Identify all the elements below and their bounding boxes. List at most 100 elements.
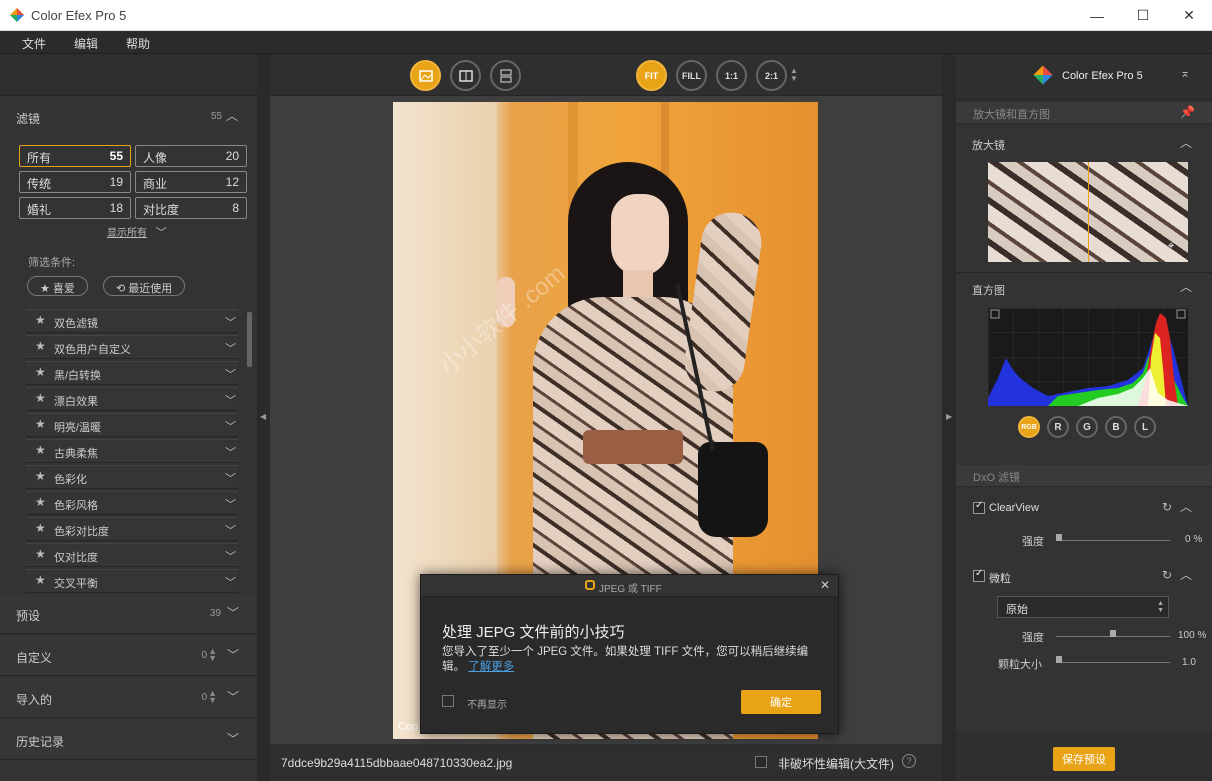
dxo-filters-section[interactable]: DxO 滤镜 [956,465,1212,487]
maximize-button[interactable]: ☐ [1120,0,1166,31]
channel-l-button[interactable]: L [1134,416,1156,438]
menu-bar: 文件 编辑 帮助 [0,31,1212,54]
presets-section[interactable]: 预设 39 ﹀ [0,594,257,634]
collapse-left-icon[interactable]: ◀ [260,412,266,421]
collapse-right-icon[interactable]: ▶ [946,412,952,421]
clearview-label: ClearView [989,502,1039,514]
collapse-top-icon[interactable]: ⌅ [1180,66,1190,80]
grain-strength-slider[interactable] [1056,626,1170,637]
channel-rgb-button[interactable]: RGB [1018,416,1040,438]
filter-item[interactable]: ★ 古典柔焦 ﹀ [26,439,238,463]
grain-checkbox[interactable]: ✓ [973,568,985,582]
nondestructive-checkbox[interactable] [755,756,767,768]
star-icon[interactable]: ★ [35,521,46,535]
chevron-down-icon: ﹀ [225,369,236,381]
save-preset-button[interactable]: 保存预设 [1053,747,1115,771]
grain-size-slider[interactable] [1056,652,1170,663]
star-icon[interactable]: ★ [35,391,46,405]
dialog-close-icon[interactable]: ✕ [820,578,830,592]
filters-section-header[interactable]: 滤镜 55 ︿ [0,102,257,132]
chevron-up-icon[interactable]: ︿ [1180,134,1192,151]
zoom-200-button[interactable]: 2:1 [756,60,787,91]
dont-show-checkbox[interactable] [442,695,454,707]
star-icon[interactable]: ★ [35,469,46,483]
category-all[interactable]: 所有 55 [19,145,131,167]
imported-section[interactable]: 导入的 0 ▲ ▼ ﹀ [0,678,257,718]
star-icon[interactable]: ★ [35,365,46,379]
brand-name: Color Efex Pro 5 [1062,70,1143,82]
right-panel-header: Color Efex Pro 5 ⌅ [956,54,1212,100]
chevron-down-icon: ﹀ [225,343,236,355]
chevron-up-icon[interactable]: ︿ [1180,566,1192,583]
favorites-button[interactable]: ★ 喜爱 [27,276,88,296]
clearview-checkbox[interactable]: ✓ [973,500,985,514]
chevron-down-icon: ﹀ [225,421,236,433]
clearview-strength-slider[interactable] [1056,530,1170,541]
pin-icon[interactable]: 📌 [1180,105,1195,119]
star-icon[interactable]: ★ [35,339,46,353]
chevron-up-icon[interactable]: ︿ [1180,278,1192,295]
channel-b-button[interactable]: B [1105,416,1127,438]
star-icon[interactable]: ★ [35,547,46,561]
filter-item[interactable]: ★ 明亮/温暖 ﹀ [26,413,238,437]
menu-edit[interactable]: 编辑 [74,35,98,52]
menu-file[interactable]: 文件 [22,35,46,52]
grain-size-value: 1.0 [1182,657,1196,668]
zoom-fit-button[interactable]: FIT [636,60,667,91]
split-view-icon[interactable] [450,60,481,91]
zoom-fill-button[interactable]: FILL [676,60,707,91]
chevron-up-icon[interactable]: ︿ [1180,498,1192,515]
zoom-stepper-icon[interactable]: ▲ ▼ [790,67,798,83]
chevron-down-icon: ﹀ [226,732,239,746]
category-contrast[interactable]: 对比度 8 [135,197,247,219]
category-commercial[interactable]: 商业 12 [135,171,247,193]
close-button[interactable]: ✕ [1166,0,1212,31]
star-icon[interactable]: ★ [35,443,46,457]
channel-r-button[interactable]: R [1047,416,1069,438]
history-section[interactable]: 历史记录 ﹀ [0,720,257,760]
zoom-100-button[interactable]: 1:1 [716,60,747,91]
star-icon[interactable]: ★ [35,313,46,327]
show-all-link[interactable]: 显示所有 ﹀ [107,224,167,240]
reset-icon[interactable]: ↻ [1162,500,1172,514]
filters-count: 55 [211,111,223,122]
side-by-side-view-icon[interactable] [490,60,521,91]
loupe-view[interactable]: ⌖ [988,162,1188,262]
loupe-histogram-section[interactable]: 放大镜和直方图 📌 [956,102,1212,124]
filter-item[interactable]: ★ 双色用户自定义 ﹀ [26,335,238,359]
filter-item[interactable]: ★ 仅对比度 ﹀ [26,543,238,567]
help-icon[interactable]: ? [902,754,916,768]
category-traditional[interactable]: 传统 19 [19,171,131,193]
learn-more-link[interactable]: 了解更多 [468,661,514,673]
menu-help[interactable]: 帮助 [126,35,150,52]
slider-knob [1056,534,1062,541]
reset-icon[interactable]: ↻ [1162,568,1172,582]
category-wedding[interactable]: 婚礼 18 [19,197,131,219]
star-icon[interactable]: ★ [35,573,46,587]
filter-item[interactable]: ★ 黑/白转换 ﹀ [26,361,238,385]
dont-show-label: 不再显示 [467,700,507,711]
recent-button[interactable]: ⟲ 最近使用 [103,276,186,296]
star-icon[interactable]: ★ [35,417,46,431]
filter-item[interactable]: ★ 漂白效果 ﹀ [26,387,238,411]
chevron-down-icon: ﹀ [155,227,167,239]
star-icon[interactable]: ★ [35,495,46,509]
grain-strength-value: 100 % [1178,630,1207,641]
filter-item[interactable]: ★ 双色滤镜 ﹀ [26,309,238,333]
chevron-down-icon: ﹀ [226,648,239,662]
histogram-chart [988,308,1188,406]
chevron-up-icon[interactable]: ︿ [226,107,238,124]
single-view-icon[interactable] [410,60,441,91]
filter-item[interactable]: ★ 色彩化 ﹀ [26,465,238,489]
filter-item[interactable]: ★ 交叉平衡 ﹀ [26,569,238,593]
minimize-button[interactable]: — [1074,0,1120,31]
filter-list-scrollbar[interactable] [247,312,252,367]
channel-g-button[interactable]: G [1076,416,1098,438]
loupe-pin-icon[interactable]: ⌖ [1168,240,1174,253]
grain-preset-select[interactable]: 原始 ▲ ▼ [997,596,1169,618]
filter-item[interactable]: ★ 色彩风格 ﹀ [26,491,238,515]
custom-section[interactable]: 自定义 0 ▲ ▼ ﹀ [0,636,257,676]
category-portrait[interactable]: 人像 20 [135,145,247,167]
filter-item[interactable]: ★ 色彩对比度 ﹀ [26,517,238,541]
ok-button[interactable]: 确定 [741,690,821,714]
